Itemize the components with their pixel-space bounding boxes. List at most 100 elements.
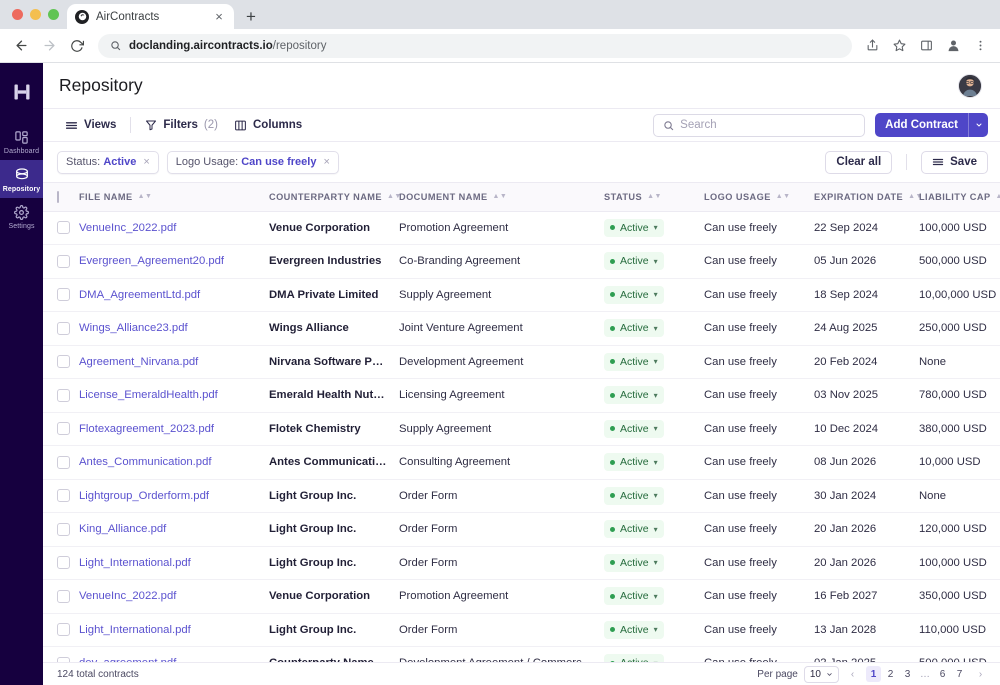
status-badge[interactable]: Active▾	[604, 353, 664, 371]
row-checkbox[interactable]	[57, 255, 70, 268]
chevron-down-icon[interactable]: ▾	[654, 458, 658, 467]
status-badge[interactable]: Active▾	[604, 453, 664, 471]
status-badge[interactable]: Active▾	[604, 554, 664, 572]
sort-icon[interactable]: ▲▼	[493, 193, 508, 200]
columns-button[interactable]: Columns	[226, 115, 310, 136]
status-badge[interactable]: Active▾	[604, 319, 664, 337]
per-page-select[interactable]: 10	[804, 666, 839, 683]
status-badge[interactable]: Active▾	[604, 587, 664, 605]
sidebar-item-repository[interactable]: Repository	[0, 160, 43, 198]
row-checkbox[interactable]	[57, 523, 70, 536]
sort-icon[interactable]: ▲▼	[776, 193, 791, 200]
chevron-down-icon[interactable]: ▾	[654, 357, 658, 366]
table-row[interactable]: Light_International.pdfLight Group Inc.O…	[43, 613, 1000, 647]
file-name-link[interactable]: Agreement_Nirvana.pdf	[79, 356, 198, 368]
clear-all-button[interactable]: Clear all	[825, 151, 892, 174]
page-number-button[interactable]: 1	[866, 666, 881, 682]
file-name-link[interactable]: DMA_AgreementLtd.pdf	[79, 289, 200, 301]
row-checkbox[interactable]	[57, 389, 70, 402]
row-checkbox[interactable]	[57, 422, 70, 435]
address-bar[interactable]: doclanding.aircontracts.io/repository	[98, 34, 852, 58]
column-header-status[interactable]: STATUS ▲▼	[598, 183, 698, 211]
bookmark-star-icon[interactable]	[887, 34, 911, 58]
chevron-down-icon[interactable]: ▾	[654, 625, 658, 634]
chevron-down-icon[interactable]: ▾	[654, 257, 658, 266]
status-badge[interactable]: Active▾	[604, 219, 664, 237]
file-name-link[interactable]: Lightgroup_Orderform.pdf	[79, 490, 209, 502]
column-header-file-name[interactable]: FILE NAME ▲▼	[73, 183, 263, 211]
page-number-button[interactable]: 7	[952, 666, 967, 682]
file-name-link[interactable]: Antes_Communication.pdf	[79, 456, 212, 468]
filters-button[interactable]: Filters (2)	[137, 115, 226, 135]
sort-icon[interactable]: ▲▼	[647, 193, 662, 200]
user-avatar[interactable]	[958, 74, 982, 98]
reload-icon[interactable]	[64, 33, 90, 59]
row-checkbox[interactable]	[57, 221, 70, 234]
forward-icon[interactable]	[36, 33, 62, 59]
chevron-down-icon[interactable]: ▾	[654, 324, 658, 333]
chevron-down-icon[interactable]: ▾	[654, 525, 658, 534]
row-checkbox[interactable]	[57, 623, 70, 636]
table-row[interactable]: Evergreen_Agreement20.pdfEvergreen Indus…	[43, 245, 1000, 279]
remove-filter-icon[interactable]: ×	[323, 156, 329, 168]
file-name-link[interactable]: Wings_Alliance23.pdf	[79, 322, 188, 334]
column-header-logo-usage[interactable]: LOGO USAGE ▲▼	[698, 183, 808, 211]
row-checkbox[interactable]	[57, 355, 70, 368]
back-icon[interactable]	[8, 33, 34, 59]
select-all-checkbox[interactable]	[57, 191, 59, 203]
row-checkbox[interactable]	[57, 456, 70, 469]
app-logo-icon[interactable]	[0, 75, 43, 109]
page-number-button[interactable]: 2	[883, 666, 898, 682]
chevron-down-icon[interactable]: ▾	[654, 659, 658, 662]
status-badge[interactable]: Active▾	[604, 420, 664, 438]
table-row[interactable]: VenueInc_2022.pdfVenue CorporationPromot…	[43, 211, 1000, 245]
chevron-down-icon[interactable]	[968, 113, 988, 137]
prev-page-button[interactable]: ‹	[845, 666, 860, 682]
close-tab-icon[interactable]: ×	[212, 10, 226, 24]
share-icon[interactable]	[860, 34, 884, 58]
file-name-link[interactable]: License_EmeraldHealth.pdf	[79, 389, 218, 401]
minimize-window-button[interactable]	[30, 9, 41, 20]
status-badge[interactable]: Active▾	[604, 487, 664, 505]
file-name-link[interactable]: dev_agreement.pdf	[79, 657, 176, 662]
row-checkbox[interactable]	[57, 322, 70, 335]
table-row[interactable]: Antes_Communication.pdfAntes Communicati…	[43, 446, 1000, 480]
sidebar-item-settings[interactable]: Settings	[0, 198, 43, 235]
save-view-button[interactable]: Save	[921, 151, 988, 174]
file-name-link[interactable]: Evergreen_Agreement20.pdf	[79, 255, 224, 267]
search-box[interactable]	[653, 114, 865, 137]
column-header-document-name[interactable]: DOCUMENT NAME ▲▼	[393, 183, 598, 211]
chevron-down-icon[interactable]: ▾	[654, 424, 658, 433]
add-contract-button[interactable]: Add Contract	[875, 113, 988, 137]
close-window-button[interactable]	[12, 9, 23, 20]
filter-chip-logo-usage[interactable]: Logo Usage: Can use freely ×	[167, 151, 339, 174]
profile-avatar-icon[interactable]	[941, 34, 965, 58]
status-badge[interactable]: Active▾	[604, 386, 664, 404]
file-name-link[interactable]: VenueInc_2022.pdf	[79, 222, 176, 234]
chevron-down-icon[interactable]: ▾	[654, 491, 658, 500]
page-number-button[interactable]: 3	[900, 666, 915, 682]
file-name-link[interactable]: Light_International.pdf	[79, 624, 191, 636]
table-row[interactable]: License_EmeraldHealth.pdfEmerald Health …	[43, 379, 1000, 413]
table-row[interactable]: Flotexagreement_2023.pdfFlotek Chemistry…	[43, 412, 1000, 446]
file-name-link[interactable]: King_Alliance.pdf	[79, 523, 166, 535]
new-tab-button[interactable]: +	[238, 4, 264, 29]
maximize-window-button[interactable]	[48, 9, 59, 20]
row-checkbox[interactable]	[57, 489, 70, 502]
chevron-down-icon[interactable]: ▾	[654, 558, 658, 567]
chevron-down-icon[interactable]: ▾	[654, 391, 658, 400]
row-checkbox[interactable]	[57, 590, 70, 603]
sort-icon[interactable]: ▲▼	[138, 193, 153, 200]
table-row[interactable]: VenueInc_2022.pdfVenue CorporationPromot…	[43, 580, 1000, 614]
file-name-link[interactable]: Light_International.pdf	[79, 557, 191, 569]
table-row[interactable]: King_Alliance.pdfLight Group Inc.Order F…	[43, 513, 1000, 547]
sort-icon[interactable]: ▲▼	[996, 193, 1000, 200]
table-row[interactable]: Agreement_Nirvana.pdfNirvana Software Pv…	[43, 345, 1000, 379]
row-checkbox[interactable]	[57, 657, 70, 662]
filter-chip-status[interactable]: Status: Active ×	[57, 151, 159, 174]
search-input[interactable]	[680, 119, 855, 131]
status-badge[interactable]: Active▾	[604, 621, 664, 639]
browser-tab[interactable]: AirContracts ×	[67, 4, 234, 29]
column-header-expiration-date[interactable]: EXPIRATION DATE ▲▼	[808, 183, 913, 211]
status-badge[interactable]: Active▾	[604, 252, 664, 270]
